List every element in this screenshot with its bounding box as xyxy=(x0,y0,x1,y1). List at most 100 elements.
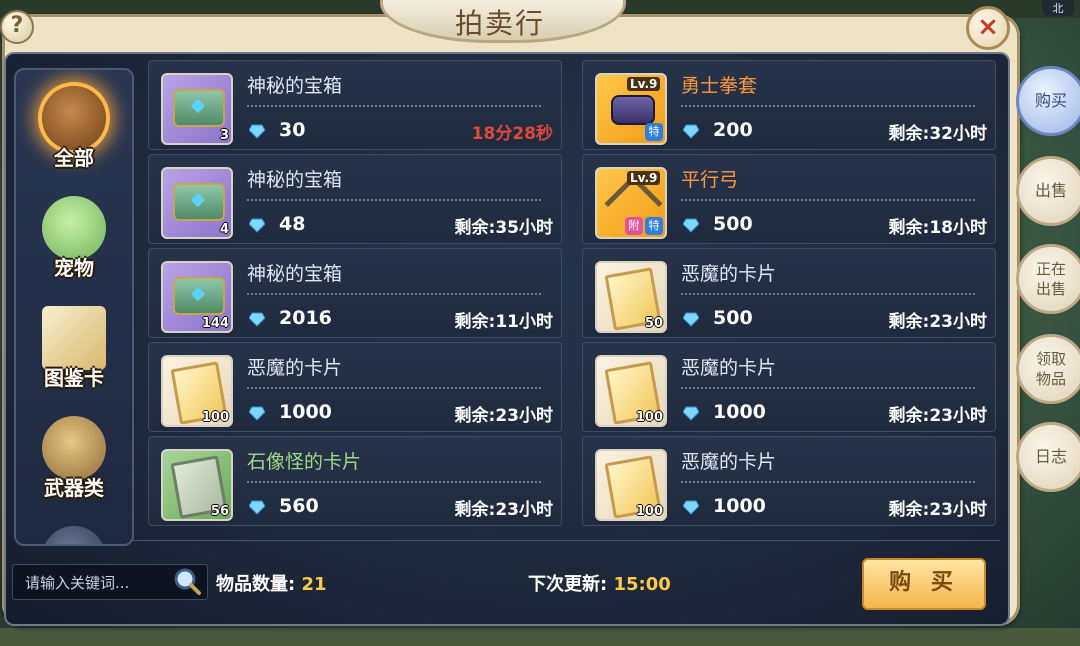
category-label: 全部 xyxy=(54,146,94,170)
item-name: 神秘的宝箱 xyxy=(247,169,343,191)
item-price: 500 xyxy=(713,307,753,329)
tab-label: 购买 xyxy=(1034,91,1067,110)
item-row[interactable]: 56 石像怪的卡片 560 剩余:23小时 xyxy=(148,436,562,526)
item-price: 1000 xyxy=(713,401,766,423)
shield-sword-icon xyxy=(42,416,106,480)
item-row[interactable]: 50 恶魔的卡片 500 剩余:23小时 xyxy=(582,248,996,338)
category-more[interactable] xyxy=(24,520,124,544)
tab-log[interactable]: 日志 xyxy=(1016,422,1080,492)
item-time-remaining: 剩余:18小时 xyxy=(888,218,987,238)
category-all[interactable]: 全部 xyxy=(24,80,124,180)
item-name: 恶魔的卡片 xyxy=(247,357,343,379)
category-cards[interactable]: 图鉴卡 xyxy=(24,300,124,400)
item-divider xyxy=(681,105,975,107)
item-count-label: 物品数量: xyxy=(216,574,296,595)
chest-icon xyxy=(42,86,106,150)
item-time-remaining: 剩余:23小时 xyxy=(888,312,987,332)
search-input[interactable] xyxy=(23,571,177,595)
item-thumbnail: Lv.9 特附 xyxy=(595,167,667,239)
item-divider xyxy=(681,387,975,389)
category-weapons[interactable]: 武器类 xyxy=(24,410,124,510)
item-row[interactable]: 144 神秘的宝箱 2016 剩余:11小时 xyxy=(148,248,562,338)
category-label: 图鉴卡 xyxy=(44,366,104,390)
item-row[interactable]: 100 恶魔的卡片 1000 剩余:23小时 xyxy=(582,436,996,526)
item-name: 恶魔的卡片 xyxy=(681,263,777,285)
tab-label: 正在出售 xyxy=(1035,260,1066,298)
category-pet[interactable]: 宠物 xyxy=(24,190,124,290)
tab-claim[interactable]: 领取物品 xyxy=(1016,334,1080,404)
item-quantity: 100 xyxy=(201,410,229,425)
item-time-remaining: 18分28秒 xyxy=(471,124,553,144)
item-quantity: 144 xyxy=(201,316,229,331)
item-row[interactable]: 4 神秘的宝箱 48 剩余:35小时 xyxy=(148,154,562,244)
treasure-chest-icon xyxy=(173,277,225,315)
item-quantity: 100 xyxy=(635,410,663,425)
item-name: 神秘的宝箱 xyxy=(247,75,343,97)
next-refresh: 下次更新: 15:00 xyxy=(528,570,671,596)
special-tag: 特 xyxy=(645,123,663,141)
item-thumbnail: 56 xyxy=(161,449,233,521)
tab-selling[interactable]: 正在出售 xyxy=(1016,244,1080,314)
item-name: 恶魔的卡片 xyxy=(681,451,777,473)
item-price: 1000 xyxy=(279,401,332,423)
item-price: 500 xyxy=(713,213,753,235)
item-time-remaining: 剩余:23小时 xyxy=(454,406,553,426)
glove-icon xyxy=(611,95,655,125)
tab-label: 领取物品 xyxy=(1035,350,1066,388)
item-row[interactable]: 3 神秘的宝箱 30 18分28秒 xyxy=(148,60,562,150)
search-icon[interactable] xyxy=(172,566,202,596)
item-price: 560 xyxy=(279,495,319,517)
item-thumbnail: 144 xyxy=(161,261,233,333)
item-name: 石像怪的卡片 xyxy=(247,451,362,473)
treasure-chest-icon xyxy=(173,89,225,127)
item-name: 勇士拳套 xyxy=(681,75,758,97)
buy-button[interactable]: 购 买 xyxy=(862,558,986,610)
item-quantity: 3 xyxy=(219,128,229,143)
item-row[interactable]: Lv.9 特 勇士拳套 200 剩余:32小时 xyxy=(582,60,996,150)
category-icon xyxy=(42,526,106,544)
item-row[interactable]: 100 恶魔的卡片 1000 剩余:23小时 xyxy=(148,342,562,432)
category-label: 武器类 xyxy=(44,476,104,500)
item-time-remaining: 剩余:11小时 xyxy=(454,312,553,332)
item-divider xyxy=(247,481,541,483)
item-price: 200 xyxy=(713,119,753,141)
item-row[interactable]: 100 恶魔的卡片 1000 剩余:23小时 xyxy=(582,342,996,432)
category-label: 宠物 xyxy=(54,256,94,280)
treasure-chest-icon xyxy=(173,183,225,221)
item-count-value: 21 xyxy=(301,574,327,595)
item-price: 2016 xyxy=(279,307,332,329)
help-button[interactable]: ? xyxy=(0,10,34,44)
item-time-remaining: 剩余:23小时 xyxy=(888,406,987,426)
item-thumbnail: 50 xyxy=(595,261,667,333)
item-divider xyxy=(247,105,541,107)
diamond-icon xyxy=(249,312,265,327)
item-name: 恶魔的卡片 xyxy=(681,357,777,379)
item-price: 30 xyxy=(279,119,306,141)
item-price: 48 xyxy=(279,213,306,235)
next-refresh-label: 下次更新: xyxy=(528,574,608,595)
diamond-icon xyxy=(249,500,265,515)
item-quantity: 4 xyxy=(219,222,229,237)
item-row[interactable]: Lv.9 特附 平行弓 500 剩余:18小时 xyxy=(582,154,996,244)
tab-label: 日志 xyxy=(1034,447,1067,466)
divider xyxy=(130,540,1000,541)
pet-icon xyxy=(42,196,106,260)
enchant-tag: 附 xyxy=(625,217,643,235)
item-count: 物品数量: 21 xyxy=(216,570,327,596)
tab-buy[interactable]: 购买 xyxy=(1016,66,1080,136)
card-icon xyxy=(42,306,106,370)
diamond-icon xyxy=(683,124,699,139)
close-button[interactable]: × xyxy=(966,6,1010,50)
item-thumbnail: 100 xyxy=(595,449,667,521)
diamond-icon xyxy=(683,500,699,515)
item-time-remaining: 剩余:23小时 xyxy=(454,500,553,520)
diamond-icon xyxy=(249,406,265,421)
category-list: 全部 宠物 图鉴卡 武器类 xyxy=(14,68,134,546)
item-quantity: 100 xyxy=(635,504,663,519)
item-time-remaining: 剩余:23小时 xyxy=(888,500,987,520)
item-thumbnail: 3 xyxy=(161,73,233,145)
item-divider xyxy=(247,199,541,201)
next-refresh-value: 15:00 xyxy=(613,574,671,595)
item-name: 神秘的宝箱 xyxy=(247,263,343,285)
tab-sell[interactable]: 出售 xyxy=(1016,156,1080,226)
